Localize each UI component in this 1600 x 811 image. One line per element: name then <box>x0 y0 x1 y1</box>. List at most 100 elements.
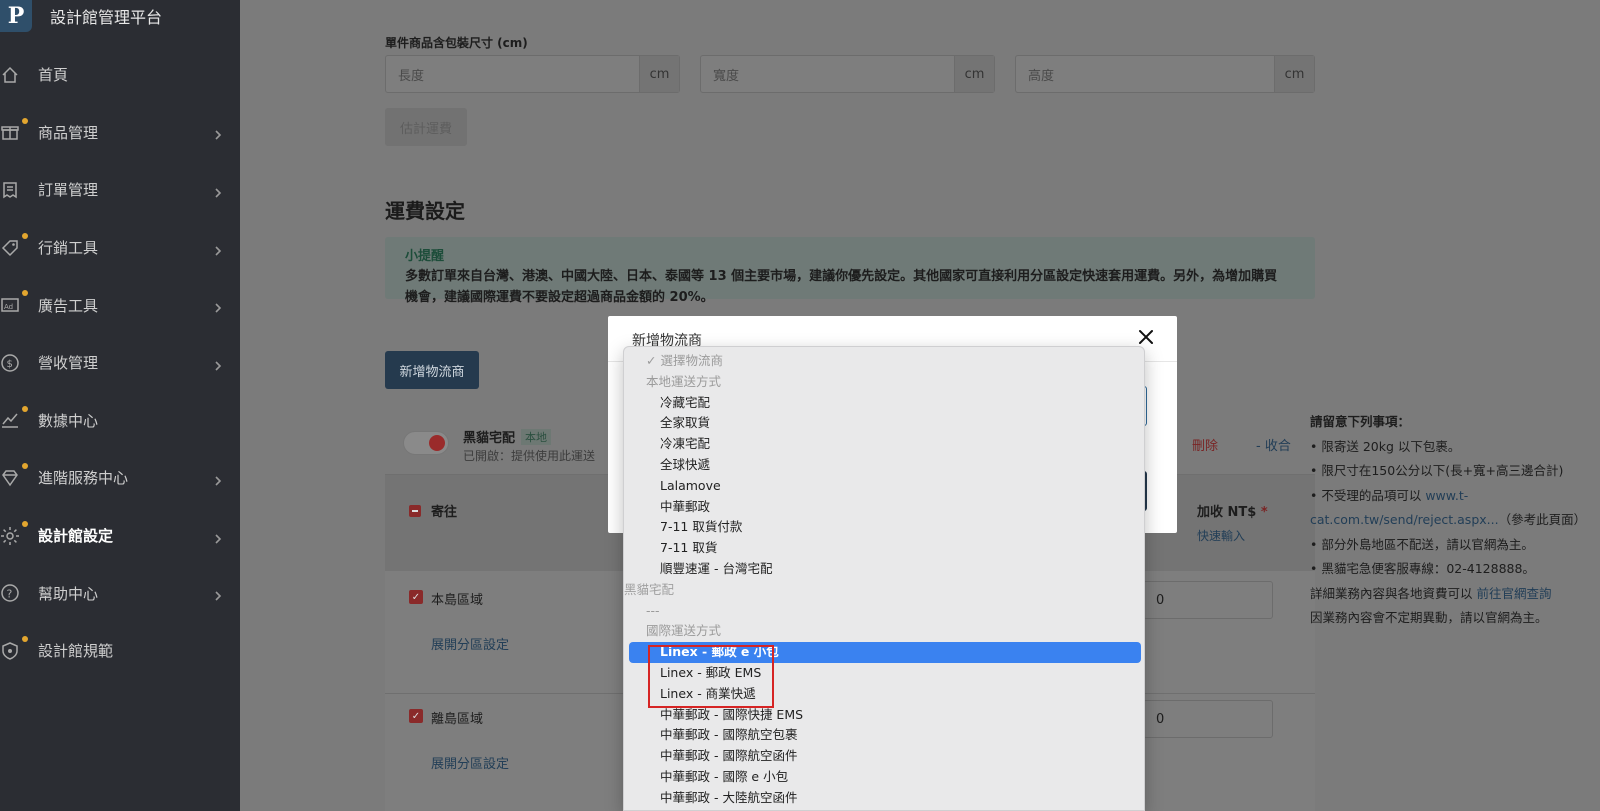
sidebar-item-label: 行銷工具 <box>38 239 99 258</box>
chevron-right-icon <box>212 472 224 486</box>
dropdown-option-19[interactable]: 中華郵政 - 國際航空函件 <box>624 746 1144 767</box>
chevron-right-icon <box>212 242 224 256</box>
dropdown-option-13: 國際運送方式 <box>646 623 722 639</box>
sidebar-item-1[interactable]: 商品管理 <box>0 104 240 162</box>
dropdown-option-20[interactable]: 中華郵政 - 國際 e 小包 <box>624 767 1144 788</box>
chevron-right-icon <box>212 587 224 601</box>
dropdown-option-10[interactable]: 順豐速運 - 台灣宅配 <box>624 559 1144 580</box>
sidebar-item-5[interactable]: $ 營收管理 <box>0 334 240 392</box>
official-site-link[interactable]: 前往官網查詢 <box>1476 586 1551 601</box>
help-icon: ? <box>0 583 20 603</box>
collapse-all-checkbox[interactable] <box>409 505 421 517</box>
sidebar-nav: 首頁商品管理訂單管理行銷工具 Ad 廣告工具 $ 營收管理 數據中心進階服務中心設計館設定… <box>0 46 240 680</box>
dollar-icon: $ <box>0 353 20 373</box>
sidebar-item-9[interactable]: ? 幫助中心 <box>0 564 240 622</box>
estimate-shipping-button[interactable]: 估計運費 <box>385 108 467 146</box>
dropdown-option-7[interactable]: 中華郵政 <box>624 497 1144 518</box>
row-label-main-island: 本島區域 <box>431 593 484 608</box>
reject-link-a[interactable]: www.t- <box>1425 488 1468 503</box>
chevron-right-icon <box>212 184 224 198</box>
sidebar-item-6[interactable]: 數據中心 <box>0 392 240 450</box>
sidebar-item-label: 進階服務中心 <box>38 469 129 488</box>
dropdown-option-18[interactable]: 中華郵政 - 國際航空包裹 <box>624 725 1144 746</box>
package-size-label: 單件商品含包裝尺寸 (cm) <box>385 36 528 50</box>
notes-line-5: • 黑貓宅急便客服專線：02-4128888。 <box>1310 561 1535 576</box>
height-input[interactable]: 高度 cm <box>1015 55 1315 93</box>
carrier-dropdown-list: ✓ 選擇物流商 本地運送方式 冷藏宅配 全家取貨 冷凍宅配 全球快遞 Lalamove 中華郵… <box>623 346 1145 811</box>
notes-line-3: • 不受理的品項可以 www.t- <box>1310 484 1600 509</box>
dropdown-option-6[interactable]: Lalamove <box>624 476 1144 497</box>
tag-icon <box>0 238 20 258</box>
shield-icon <box>0 641 20 661</box>
row-expand-outer-island[interactable]: 展開分區設定 <box>431 753 509 772</box>
tip-line-1: 多數訂單來自台灣、港澳、中國大陸、日本、泰國等 13 個主要市場，建議你優先設定… <box>405 269 1278 284</box>
carrier-delete-link[interactable]: 刪除 <box>1192 435 1218 454</box>
sidebar: P 設計館管理平台 首頁商品管理訂單管理行銷工具 Ad 廣告工具 $ 營收管理 數據中心進… <box>0 0 240 811</box>
gift-icon <box>0 122 20 142</box>
row-input-main-island[interactable]: 0 <box>1143 581 1273 619</box>
notification-dot <box>22 405 28 412</box>
svg-text:$: $ <box>7 359 13 370</box>
brand-logo: P <box>0 0 32 32</box>
length-input[interactable]: 長度 cm <box>385 55 680 93</box>
notification-dot <box>22 635 28 642</box>
row-checkbox-main-island[interactable]: ✓ <box>409 590 423 604</box>
sidebar-item-0[interactable]: 首頁 <box>0 46 240 104</box>
height-placeholder: 高度 <box>1028 68 1055 84</box>
brand[interactable]: P 設計館管理平台 <box>0 0 240 32</box>
carrier-name: 黑貓宅配 <box>463 431 516 446</box>
close-icon[interactable] <box>1137 328 1155 346</box>
dropdown-option-1: 本地運送方式 <box>646 373 722 389</box>
dropdown-option-3[interactable]: 全家取貨 <box>624 413 1144 434</box>
row-input-outer-island[interactable]: 0 <box>1143 700 1273 738</box>
dropdown-option-12: --- <box>646 602 660 618</box>
sidebar-item-7[interactable]: 進階服務中心 <box>0 449 240 507</box>
sidebar-item-8[interactable]: 設計館設定 <box>0 507 240 565</box>
header-extra-fee: 加收 NT$ * <box>1197 501 1268 520</box>
sidebar-item-label: 商品管理 <box>38 123 99 142</box>
quick-input-link[interactable]: 快速輸入 <box>1197 527 1245 544</box>
notes-title: 請留意下列事項： <box>1310 414 1411 429</box>
required-mark: * <box>1260 505 1268 520</box>
receipt-icon <box>0 180 20 200</box>
dropdown-option-2[interactable]: 冷藏宅配 <box>624 393 1144 414</box>
brand-title: 設計館管理平台 <box>50 8 163 27</box>
carrier-toggle[interactable] <box>403 431 449 455</box>
notification-dot <box>22 463 28 470</box>
dropdown-option-8[interactable]: 7-11 取貨付款 <box>624 517 1144 538</box>
sidebar-item-label: 首頁 <box>38 66 69 85</box>
chart-icon <box>0 410 20 430</box>
height-unit: cm <box>1274 56 1314 92</box>
add-carrier-button[interactable]: 新增物流商 <box>385 351 479 389</box>
sidebar-item-label: 幫助中心 <box>38 584 99 603</box>
notes-line-1: • 限寄送 20kg 以下包裹。 <box>1310 438 1461 454</box>
dropdown-option-11: 黑貓宅配 <box>624 581 675 597</box>
sidebar-item-label: 廣告工具 <box>38 296 99 315</box>
tip-box: 小提醒 多數訂單來自台灣、港澳、中國大陸、日本、泰國等 13 個主要市場，建議你… <box>385 237 1315 305</box>
sidebar-item-4[interactable]: Ad 廣告工具 <box>0 276 240 334</box>
sidebar-item-2[interactable]: 訂單管理 <box>0 161 240 219</box>
dropdown-option-0: ✓ 選擇物流商 <box>646 353 723 368</box>
dropdown-option-9[interactable]: 7-11 取貨 <box>624 538 1144 559</box>
header-extra-fee-text: 加收 NT$ <box>1197 505 1257 520</box>
carrier-badge: 本地 <box>521 429 551 445</box>
sidebar-item-label: 訂單管理 <box>38 181 99 200</box>
carrier-collapse-link[interactable]: - 收合 <box>1256 435 1291 454</box>
sidebar-item-10[interactable]: 設計館規範 <box>0 622 240 680</box>
row-label-outer-island: 離島區域 <box>431 712 484 727</box>
notes-line-3b: cat.com.tw/send/reject.aspx...（參考此頁面） <box>1310 508 1600 533</box>
sidebar-item-3[interactable]: 行銷工具 <box>0 219 240 277</box>
width-input[interactable]: 寬度 cm <box>700 55 995 93</box>
width-placeholder: 寬度 <box>713 68 740 84</box>
dropdown-option-4[interactable]: 冷凍宅配 <box>624 434 1144 455</box>
ad-icon: Ad <box>0 295 20 315</box>
home-icon <box>0 65 20 85</box>
notification-dot <box>22 290 28 297</box>
notes-line-6-prefix: 詳細業務內容與各地資費可以 <box>1310 585 1477 601</box>
dropdown-option-5[interactable]: 全球快遞 <box>624 455 1144 476</box>
row-expand-main-island[interactable]: 展開分區設定 <box>431 634 509 653</box>
notes-line-3-suffix: （參考此頁面） <box>1498 512 1587 527</box>
reject-link-b[interactable]: cat.com.tw/send/reject.aspx... <box>1310 512 1499 527</box>
row-checkbox-outer-island[interactable]: ✓ <box>409 709 423 723</box>
dropdown-option-21[interactable]: 中華郵政 - 大陸航空函件 <box>624 788 1144 809</box>
